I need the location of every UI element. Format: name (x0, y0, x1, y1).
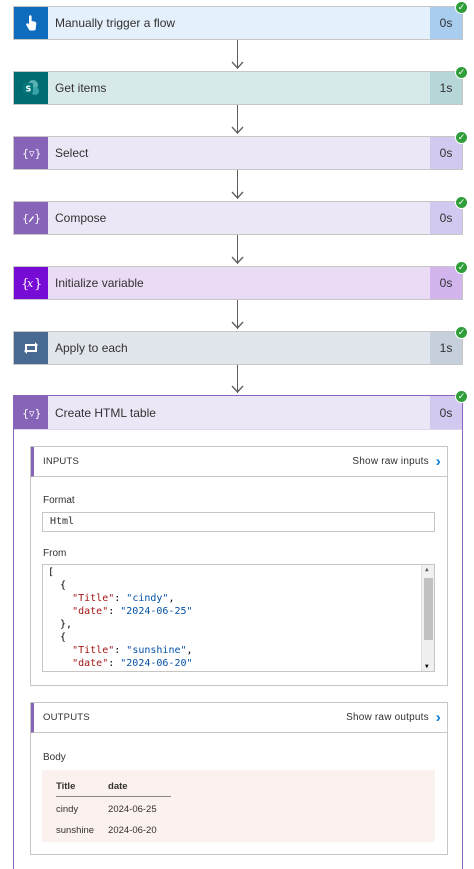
step-title: Initialize variable (55, 276, 144, 290)
success-check-icon: ✓ (455, 326, 468, 339)
outputs-section: OUTPUTS Show raw outputs › Body Title da… (30, 702, 448, 855)
step-card-select[interactable]: {▿} Select 0s ✓ (13, 131, 468, 170)
from-code-box[interactable]: [ { "Title": "cindy", "date": "2024-06-2… (42, 564, 435, 672)
arrow-down-icon (231, 191, 244, 199)
show-raw-inputs-link[interactable]: Show raw inputs › (352, 453, 447, 470)
success-check-icon: ✓ (455, 196, 468, 209)
code-line: "Title": "cindy", (72, 593, 175, 604)
arrow-down-icon (231, 321, 244, 329)
format-value: Html (50, 516, 75, 527)
body-label: Body (43, 752, 66, 763)
success-check-icon: ✓ (455, 390, 468, 403)
svg-text:x: x (27, 277, 34, 290)
code-line: }, (48, 619, 73, 630)
step-title: Compose (55, 211, 107, 225)
from-label: From (43, 548, 67, 559)
step-title: Apply to each (55, 341, 128, 355)
loop-icon (14, 332, 48, 364)
create-html-table-header[interactable]: {▿} Create HTML table 0s ✓ (14, 390, 468, 430)
step-card-initialize-variable[interactable]: {x}Initialize variable0s✓ (13, 261, 468, 300)
chevron-right-icon: › (435, 709, 441, 726)
show-raw-outputs-link[interactable]: Show raw outputs › (346, 709, 447, 726)
table-cell: 2024-06-25 (108, 804, 157, 815)
inputs-label: INPUTS (43, 456, 80, 467)
body-table-container: Title date cindy 2024-06-25 sunshine 202… (42, 770, 435, 842)
success-check-icon: ✓ (455, 261, 468, 274)
step-title: Create HTML table (55, 405, 156, 420)
table-cell: cindy (56, 804, 79, 815)
sharepoint-icon: S (14, 72, 48, 104)
code-line: { (48, 580, 67, 591)
from-code-content: [ { "Title": "cindy", "date": "2024-06-2… (43, 565, 434, 670)
data-operation-icon: {▿} (14, 137, 48, 169)
svg-text:{▿}: {▿} (22, 147, 40, 160)
code-line: "date": "2024-06-25" (72, 606, 193, 617)
table-header-row: Title date (56, 779, 171, 797)
outputs-label: OUTPUTS (43, 712, 90, 723)
show-raw-outputs-label: Show raw outputs (346, 712, 429, 723)
format-field[interactable]: Html (42, 512, 435, 532)
code-line: { (48, 632, 67, 643)
create-html-table-card: {▿} Create HTML table 0s ✓ INPUTS Show r… (13, 390, 468, 869)
table-row: sunshine 2024-06-20 (56, 818, 171, 839)
code-line: [ (48, 567, 55, 578)
svg-text:{▿}: {▿} (22, 407, 40, 420)
step-card-apply-to-each[interactable]: Apply to each 1s ✓ (13, 326, 468, 365)
table-header-title: Title (56, 779, 109, 797)
show-raw-inputs-label: Show raw inputs (352, 456, 429, 467)
scroll-down-icon[interactable]: ▼ (425, 663, 429, 670)
step-title: Select (55, 146, 89, 160)
body-table: Title date cindy 2024-06-25 sunshine 202… (56, 779, 171, 839)
hand-tap-icon (14, 7, 48, 39)
success-check-icon: ✓ (455, 66, 468, 79)
code-scrollbar[interactable]: ▲ ▼ (421, 565, 434, 671)
inputs-section: INPUTS Show raw inputs › Format Html Fro… (30, 446, 448, 686)
table-row: cindy 2024-06-25 (56, 797, 171, 819)
scroll-up-icon[interactable]: ▲ (425, 566, 429, 573)
scrollbar-thumb[interactable] (424, 578, 433, 640)
outputs-header: OUTPUTS Show raw outputs › (31, 703, 447, 733)
compose-icon: {} (14, 202, 48, 234)
arrow-down-icon (231, 385, 244, 393)
code-line: "date": "2024-06-20" (72, 658, 193, 669)
table-cell: 2024-06-20 (108, 825, 157, 836)
svg-text:}: } (34, 277, 41, 291)
inputs-header: INPUTS Show raw inputs › (31, 447, 447, 477)
step-card-manually-trigger-a-flow[interactable]: Manually trigger a flow 0s ✓ (13, 1, 468, 40)
format-label: Format (43, 495, 75, 506)
step-card-get-items[interactable]: S Get items 1s ✓ (13, 66, 468, 105)
step-title: Get items (55, 81, 107, 95)
arrow-down-icon (231, 61, 244, 69)
table-cell: sunshine (56, 825, 95, 836)
svg-text:{: { (22, 212, 29, 225)
success-check-icon: ✓ (455, 1, 468, 14)
step-card-compose[interactable]: {}Compose0s✓ (13, 196, 468, 235)
step-title: Manually trigger a flow (55, 16, 176, 30)
arrow-down-icon (231, 126, 244, 134)
code-line: "Title": "sunshine", (72, 645, 193, 656)
table-header-date: date (108, 779, 171, 797)
variable-icon: {x} (14, 267, 48, 299)
success-check-icon: ✓ (455, 131, 468, 144)
arrow-down-icon (231, 256, 244, 264)
svg-text:S: S (26, 84, 32, 93)
svg-text:}: } (34, 212, 40, 225)
chevron-right-icon: › (435, 453, 441, 470)
data-operation-icon: {▿} (14, 396, 48, 429)
